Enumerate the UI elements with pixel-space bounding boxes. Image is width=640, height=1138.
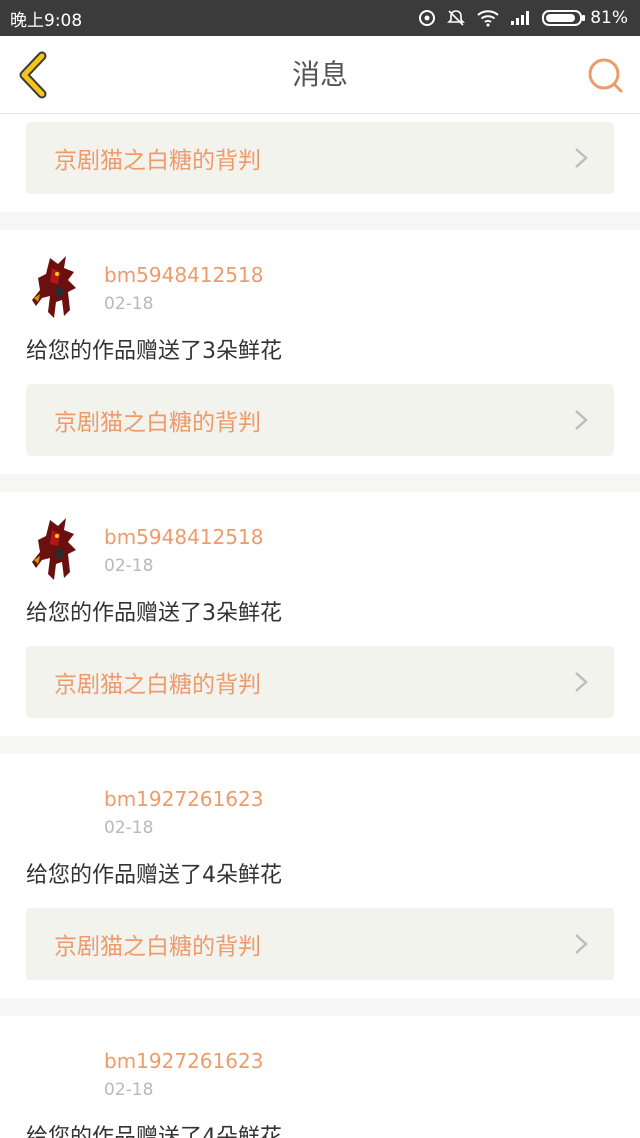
status-bar: 晚上9:08 81% xyxy=(0,0,640,36)
work-title: 京剧猫之白糖的背判 xyxy=(54,934,261,960)
message-card: bm1927261623 02-18 给您的作品赠送了4朵鲜花 xyxy=(0,1016,640,1138)
mute-bell-icon xyxy=(446,8,466,28)
search-button[interactable] xyxy=(584,54,626,96)
robot-avatar[interactable] xyxy=(28,254,86,320)
message-card: bm5948412518 02-18 给您的作品赠送了3朵鲜花 京剧猫之白糖的背… xyxy=(0,230,640,474)
username[interactable]: bm1927261623 xyxy=(104,786,263,812)
work-link[interactable]: 京剧猫之白糖的背判 xyxy=(26,122,614,194)
search-icon xyxy=(588,58,623,93)
message-date: 02-18 xyxy=(104,294,154,314)
battery-icon xyxy=(542,10,586,26)
work-title: 京剧猫之白糖的背判 xyxy=(54,672,261,698)
signal-icon xyxy=(510,10,532,26)
sync-icon xyxy=(418,9,436,27)
message-date: 02-18 xyxy=(104,1080,154,1100)
message-card: 京剧猫之白糖的背判 xyxy=(0,114,640,212)
message-list[interactable]: 京剧猫之白糖的背判 bm5948412518 02-18 给您的作品赠送了3朵鲜… xyxy=(0,114,640,1138)
battery-indicator: 81% xyxy=(542,8,628,28)
robot-avatar[interactable] xyxy=(28,516,86,582)
work-title: 京剧猫之白糖的背判 xyxy=(54,410,261,436)
chevron-right-icon xyxy=(575,672,588,692)
status-time: 晚上9:08 xyxy=(10,10,83,31)
message-card: bm5948412518 02-18 给您的作品赠送了3朵鲜花 京剧猫之白糖的背… xyxy=(0,492,640,736)
username[interactable]: bm5948412518 xyxy=(104,262,263,288)
work-link[interactable]: 京剧猫之白糖的背判 xyxy=(26,908,614,980)
message-text: 给您的作品赠送了4朵鲜花 xyxy=(26,1125,282,1138)
message-date: 02-18 xyxy=(104,818,154,838)
app-header: 消息 xyxy=(0,36,640,114)
work-title: 京剧猫之白糖的背判 xyxy=(54,148,261,174)
page-title: 消息 xyxy=(291,58,348,91)
message-text: 给您的作品赠送了3朵鲜花 xyxy=(26,339,282,364)
chevron-right-icon xyxy=(575,934,588,954)
battery-percent: 81% xyxy=(590,8,628,28)
work-link[interactable]: 京剧猫之白糖的背判 xyxy=(26,384,614,456)
message-date: 02-18 xyxy=(104,556,154,576)
username[interactable]: bm5948412518 xyxy=(104,524,263,550)
work-link[interactable]: 京剧猫之白糖的背判 xyxy=(26,646,614,718)
message-text: 给您的作品赠送了4朵鲜花 xyxy=(26,863,282,888)
chevron-right-icon xyxy=(575,148,588,168)
message-text: 给您的作品赠送了3朵鲜花 xyxy=(26,601,282,626)
message-card: bm1927261623 02-18 给您的作品赠送了4朵鲜花 京剧猫之白糖的背… xyxy=(0,754,640,998)
wifi-icon xyxy=(476,9,500,27)
chevron-right-icon xyxy=(575,410,588,430)
username[interactable]: bm1927261623 xyxy=(104,1048,263,1074)
